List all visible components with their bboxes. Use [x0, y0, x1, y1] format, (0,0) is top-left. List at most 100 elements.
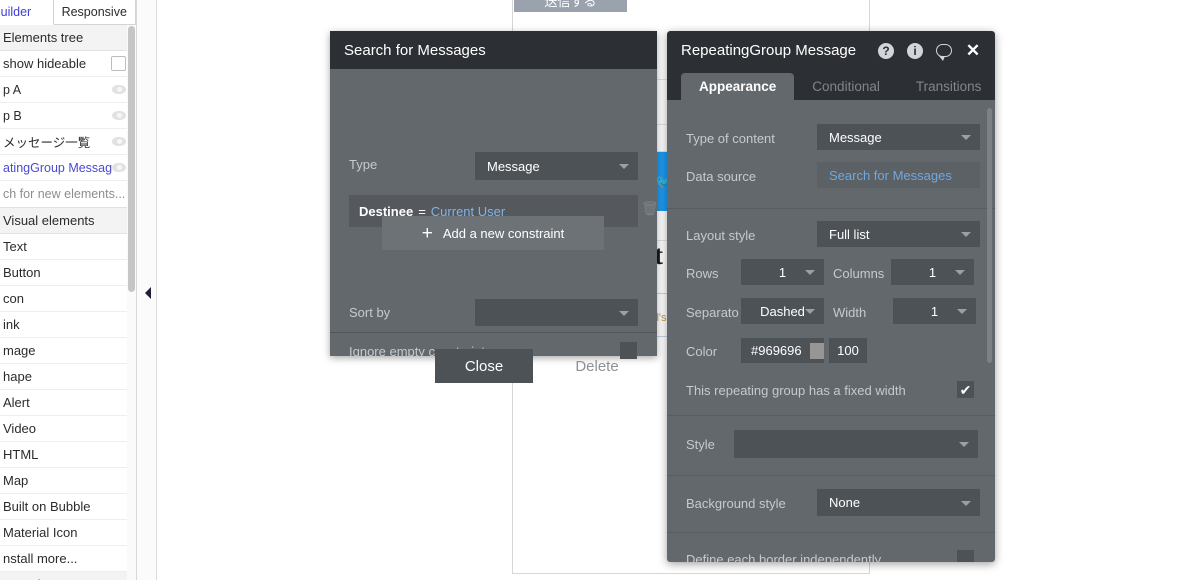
- section-divider: [667, 415, 995, 416]
- repeatinggroup-property-panel[interactable]: RepeatingGroup Message ? i ✕ Appearance …: [667, 31, 995, 562]
- rg-tab-bar[interactable]: Appearance Conditional Transitions: [667, 70, 995, 100]
- define-border-label: Define each border independently: [686, 552, 882, 562]
- rg-panel-header-icons: ? i ✕: [878, 42, 981, 61]
- define-border-checkbox[interactable]: [957, 550, 974, 562]
- show-hideable-label: show hideable: [3, 56, 87, 71]
- palette-item-label: Video: [3, 421, 37, 436]
- chevron-down-icon: [805, 309, 815, 314]
- color-hex-field[interactable]: #969696: [741, 338, 824, 363]
- tab-transitions[interactable]: Transitions: [898, 73, 995, 100]
- rows-dropdown[interactable]: 1: [741, 259, 824, 285]
- tree-item-repeatinggroup-message[interactable]: atingGroup Message: [0, 155, 136, 181]
- palette-item-html[interactable]: HTML: [0, 442, 136, 468]
- search-for-messages-dialog[interactable]: Search for Messages Type Message Destine…: [330, 31, 659, 383]
- dialog-footer-divider: [330, 332, 657, 333]
- palette-item-button[interactable]: Button: [0, 260, 136, 286]
- columns-label: Columns: [833, 266, 885, 281]
- chevron-down-icon: [961, 135, 971, 140]
- trash-icon[interactable]: 🗑: [641, 200, 659, 216]
- search-dialog-title: Search for Messages: [344, 41, 486, 59]
- type-dropdown[interactable]: Message: [475, 152, 638, 180]
- palette-item-built-on-bubble[interactable]: Built on Bubble: [0, 494, 136, 520]
- section-divider: [667, 208, 995, 209]
- sidebar-scrollbar-thumb[interactable]: [128, 26, 135, 292]
- data-source-label: Data source: [686, 169, 757, 184]
- tab-builder[interactable]: Builder: [0, 0, 54, 25]
- palette-item-link[interactable]: ink: [0, 312, 136, 338]
- palette-item-label: con: [3, 291, 24, 306]
- tree-item-group-a[interactable]: p A: [0, 77, 136, 103]
- tree-item-label: p B: [3, 108, 22, 123]
- separator-value: Dashed: [760, 303, 805, 319]
- eye-icon[interactable]: [112, 85, 126, 94]
- show-hideable-row[interactable]: show hideable: [0, 51, 136, 77]
- chevron-down-icon: [805, 270, 815, 275]
- left-sidebar[interactable]: Builder Responsive Elements tree show hi…: [0, 0, 137, 580]
- close-button[interactable]: Close: [435, 349, 533, 383]
- palette-item-icon[interactable]: con: [0, 286, 136, 312]
- width-dropdown[interactable]: 1: [893, 298, 976, 324]
- palette-item-label: nstall more...: [3, 551, 78, 566]
- chevron-down-icon: [619, 164, 629, 169]
- palette-item-alert[interactable]: Alert: [0, 390, 136, 416]
- collapse-panel-arrow-icon[interactable]: [145, 287, 151, 299]
- background-style-dropdown[interactable]: None: [817, 489, 980, 516]
- tree-item-label: メッセージ一覧: [3, 136, 91, 150]
- add-constraint-button[interactable]: + Add a new constraint: [382, 216, 604, 250]
- help-icon[interactable]: ?: [878, 42, 894, 59]
- tab-appearance[interactable]: Appearance: [681, 73, 795, 100]
- palette-item-material-icon[interactable]: Material Icon: [0, 520, 136, 546]
- style-dropdown[interactable]: [734, 430, 978, 458]
- palette-item-map[interactable]: Map: [0, 468, 136, 494]
- palette-item-text[interactable]: Text: [0, 234, 136, 260]
- layout-style-value: Full list: [829, 226, 870, 242]
- layout-style-dropdown[interactable]: Full list: [817, 221, 980, 247]
- columns-value: 1: [928, 264, 937, 280]
- comment-icon[interactable]: [936, 44, 952, 61]
- palette-item-shape[interactable]: hape: [0, 364, 136, 390]
- data-source-field[interactable]: Search for Messages: [817, 162, 980, 188]
- visual-elements-header: Visual elements: [0, 208, 136, 234]
- search-dialog-body: Type Message Destinee = Current User 🗑 +…: [330, 69, 659, 383]
- separator-dropdown[interactable]: Dashed: [741, 298, 824, 324]
- chevron-down-icon: [955, 270, 965, 275]
- tree-item-group-b[interactable]: p B: [0, 103, 136, 129]
- palette-item-label: HTML: [3, 447, 39, 462]
- close-icon[interactable]: ✕: [965, 42, 981, 59]
- sort-by-dropdown[interactable]: [475, 299, 638, 326]
- info-icon[interactable]: i: [907, 42, 923, 59]
- tab-conditional[interactable]: Conditional: [794, 73, 898, 100]
- sidebar-tab-bar[interactable]: Builder Responsive: [0, 0, 136, 25]
- eye-icon[interactable]: [112, 137, 126, 146]
- color-hex-value: #969696: [751, 343, 802, 358]
- app-root: 送信する 🐦 t ll's Builder Responsive Element…: [0, 0, 1200, 580]
- tab-responsive[interactable]: Responsive: [53, 0, 136, 25]
- color-opacity-field[interactable]: 100: [829, 338, 867, 363]
- rows-value: 1: [778, 264, 787, 280]
- palette-item-image[interactable]: mage: [0, 338, 136, 364]
- type-of-content-value: Message: [829, 129, 882, 145]
- color-label: Color: [686, 344, 718, 359]
- palette-item-video[interactable]: Video: [0, 416, 136, 442]
- eye-icon[interactable]: [112, 163, 126, 172]
- canvas-header-button[interactable]: 送信する: [514, 0, 627, 12]
- search-dialog-header: Search for Messages: [330, 31, 657, 69]
- columns-dropdown[interactable]: 1: [891, 259, 974, 285]
- delete-button[interactable]: Delete: [562, 349, 632, 383]
- tree-item-message-list[interactable]: メッセージ一覧: [0, 129, 136, 155]
- chevron-down-icon: [961, 232, 971, 237]
- palette-item-label: mage: [3, 343, 36, 358]
- rg-panel-header: RepeatingGroup Message ? i ✕: [667, 31, 995, 70]
- show-hideable-checkbox[interactable]: [111, 56, 126, 71]
- type-of-content-dropdown[interactable]: Message: [817, 124, 980, 150]
- background-style-label: Background style: [686, 496, 786, 511]
- color-swatch[interactable]: [809, 342, 824, 359]
- fixed-width-checkbox[interactable]: ✔: [957, 381, 974, 398]
- elements-tree-header: Elements tree: [0, 25, 136, 51]
- eye-icon[interactable]: [112, 111, 126, 120]
- rg-panel-scrollbar-thumb[interactable]: [987, 108, 992, 363]
- element-search-input[interactable]: ch for new elements...: [0, 181, 136, 208]
- rows-label: Rows: [686, 266, 719, 281]
- palette-item-install-more[interactable]: nstall more...: [0, 546, 136, 572]
- containers-header: Containers: [0, 572, 136, 580]
